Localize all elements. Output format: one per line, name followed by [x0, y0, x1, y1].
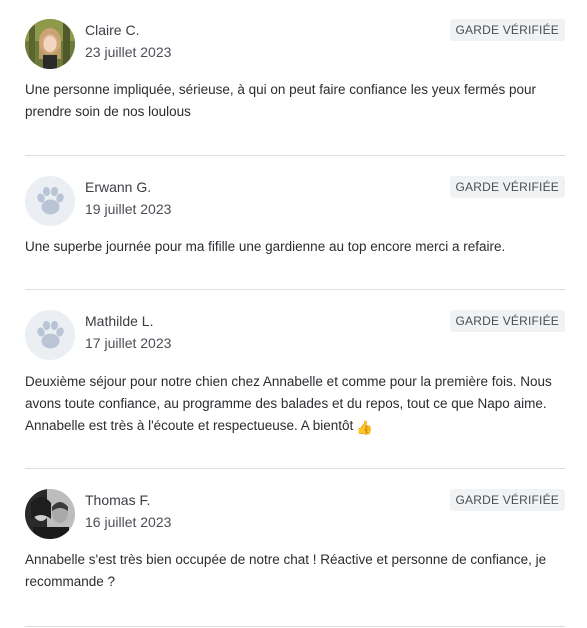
divider — [25, 155, 565, 156]
review-text: Deuxième séjour pour notre chien chez An… — [25, 374, 552, 433]
paw-icon — [37, 186, 64, 215]
verified-badge: GARDE VÉRIFIÉE — [449, 19, 565, 41]
avatar — [25, 489, 75, 539]
review-author: Thomas F. — [85, 492, 151, 508]
verified-badge: GARDE VÉRIFIÉE — [449, 489, 565, 511]
review-text-block: Deuxième séjour pour notre chien chez An… — [25, 371, 565, 439]
review-date: 23 juillet 2023 — [85, 44, 172, 60]
avatar — [25, 310, 75, 360]
review-date: 17 juillet 2023 — [85, 335, 172, 351]
avatar — [25, 176, 75, 226]
reviews-list: Claire C. 23 juillet 2023 GARDE VÉRIFIÉE… — [0, 0, 587, 628]
review-author: Claire C. — [85, 22, 140, 38]
review-date: 19 juillet 2023 — [85, 201, 172, 217]
avatar-photo — [25, 489, 75, 539]
divider — [25, 626, 565, 627]
divider — [25, 468, 565, 469]
verified-badge: GARDE VÉRIFIÉE — [449, 310, 565, 332]
verified-badge: GARDE VÉRIFIÉE — [449, 176, 565, 198]
paw-icon — [37, 320, 64, 349]
review-text: Annabelle s'est très bien occupée de not… — [25, 552, 547, 589]
review-text: Une personne impliquée, sérieuse, à qui … — [25, 82, 537, 119]
thumbs-up-icon: 👍 — [356, 420, 374, 435]
review-author: Mathilde L. — [85, 313, 154, 329]
divider — [25, 289, 565, 290]
avatar — [25, 19, 75, 69]
review-text: Une superbe journée pour ma fifille une … — [25, 239, 506, 254]
avatar-photo — [25, 19, 75, 69]
review-author: Erwann G. — [85, 179, 152, 195]
review-date: 16 juillet 2023 — [85, 514, 172, 530]
